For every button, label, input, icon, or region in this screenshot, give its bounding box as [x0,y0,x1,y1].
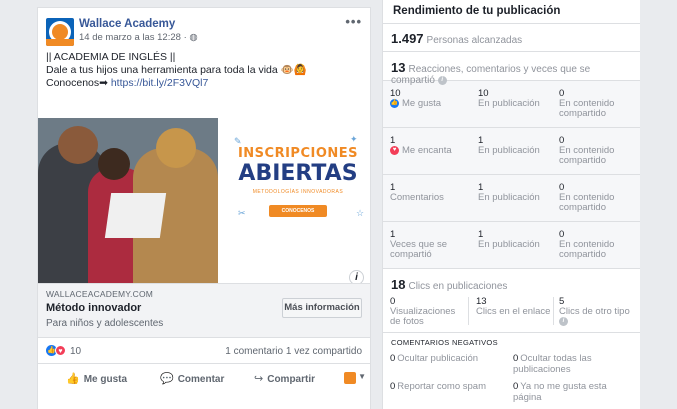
link-title: Método innovador [46,302,142,314]
post-line-3-prefix: Conocenos➡ [46,77,111,89]
post-date[interactable]: 14 de marzo a las 12:28 · ◍ [79,32,198,43]
page-avatar[interactable] [46,18,74,46]
reach-summary: 1.497 Personas alcanzadas [383,24,640,52]
reactions-summary: 13 Reacciones, comentarios y veces que se… [383,52,640,86]
post-line-2: Dale a tus hijos una herramienta para to… [46,64,307,76]
thumbs-up-icon: 👍 [66,373,80,385]
link-description: Para niños y adolescentes [46,318,164,329]
page-name[interactable]: Wallace Academy [79,18,175,30]
performance-panel: Rendimiento de tu publicación 1.497 Perso… [382,0,640,409]
clicks-breakdown: 0 Visualizaciones de fotos 13 Clics en el … [383,291,640,333]
negative-row-2: 0 Reportar como spam 0 Ya no me gusta esta… [383,377,640,405]
chevron-down-icon[interactable]: ▼ [358,372,366,381]
clicks-value: 18 [391,277,406,292]
more-info-button[interactable]: Más información [282,298,362,318]
reaction-count[interactable]: 10 [70,346,81,357]
love-icon: ♥ [390,146,399,155]
love-label: Me encanta [402,145,452,157]
love-reaction-icon: ♥ [55,345,66,356]
laptop [104,193,167,238]
comments-shares-count[interactable]: 1 comentario 1 vez compartido [225,346,362,357]
reactions-value: 13 [391,60,406,75]
sign-line-1: INSCRIPCIONES [237,146,359,161]
sign-line-2: ABIERTAS [238,161,358,186]
other-clicks-label: Clics de otro tipo [559,306,630,317]
on-post-label: En publicación [478,239,540,250]
lightbulb-icon: ✦ [350,134,358,144]
share-icon: ↪ [254,373,264,385]
comment-label: Comentar [177,374,225,385]
breakdown-row-comments: 1 Comentarios 1 En publicación 0 En conteni… [383,175,640,222]
negative-row-1: 0 Ocultar publicación 0 Ocultar todas las … [383,349,640,377]
hide-post-value: 0 [390,353,396,364]
photo-views-label: Visualizaciones de fotos [390,306,456,327]
on-shared-label: En contenido compartido [559,145,615,166]
clicks-summary: 18 Clics en publicaciones [383,269,640,292]
more-options-button[interactable]: ••• [345,14,362,29]
unlike-page-label: Ya no me gusta esta página [513,381,607,403]
link-domain: WALLACEACADEMY.COM [46,289,154,299]
post-date-text: 14 de marzo a las 12:28 · [79,32,190,43]
comment-icon: 💬 [160,373,174,385]
share-label: Compartir [267,374,316,385]
link-clicks-label: Clics en el enlace [476,306,551,317]
negative-feedback-title: COMENTARIOS NEGATIVOS [391,338,498,347]
reach-label: Personas alcanzadas [426,35,523,46]
post-text: || ACADEMIA DE INGLÉS || Dale a tus hijo… [38,48,370,118]
post-stats: 👍 ♥ 10 1 comentario 1 vez compartido [38,338,370,364]
post-image[interactable]: ✎ ✦ ✂ ☆ INSCRIPCIONES ABIERTAS METODOLOG… [38,118,370,283]
post-line-3: Conocenos➡ https://bit.ly/2F3VQl7 [46,77,362,90]
post-card: Wallace Academy 14 de marzo a las 12:28 … [37,7,371,409]
sign-line-3: METODOLOGÍAS INNOVADORAS [252,189,344,195]
post-actions: 👍 Me gusta 💬 Comentar ↪ Compartir ▼ [38,364,370,392]
share-button[interactable]: ↪ Compartir [254,372,315,385]
on-post-label: En publicación [478,98,540,109]
on-shared-label: En contenido compartido [559,98,615,119]
enrollment-sign: INSCRIPCIONES ABIERTAS METODOLOGÍAS INNO… [228,146,368,217]
hide-post-label: Ocultar publicación [397,353,479,364]
on-post-label: En publicación [478,192,540,203]
sign-cta: CONOCENOS [269,205,327,217]
post-link[interactable]: https://bit.ly/2F3VQl7 [111,77,208,89]
screen: Wallace Academy 14 de marzo a las 12:28 … [0,0,677,409]
report-spam-value: 0 [390,381,396,392]
unlike-page-value: 0 [513,381,519,392]
post-line-1: || ACADEMIA DE INGLÉS || [46,51,176,63]
divider [553,297,554,325]
panel-title: Rendimiento de tu publicación [383,0,640,24]
like-label: Me gusta [83,374,128,385]
reactions-breakdown: 10 👍 Me gusta 10 En publicación 0 En conteni… [383,81,640,269]
globe-icon: ◍ [189,32,198,43]
shares-label: Veces que se compartió [390,239,448,260]
likes-label: Me gusta [402,98,442,110]
on-shared-label: En contenido compartido [559,239,615,260]
page-avatar-selector[interactable] [344,372,356,384]
info-icon[interactable]: i [559,317,568,326]
on-post-label: En publicación [478,145,540,156]
post-header: Wallace Academy 14 de marzo a las 12:28 … [38,8,370,48]
like-button[interactable]: 👍 Me gusta [66,372,127,385]
students-photo [38,118,218,283]
breakdown-row-love: 1 ♥ Me encanta 1 En publicación 0 En conteni… [383,128,640,175]
report-spam-label: Reportar como spam [397,381,486,392]
like-icon: 👍 [390,99,399,108]
link-preview[interactable]: WALLACEACADEMY.COM Método innovador Para… [38,283,370,338]
hide-all-value: 0 [513,353,519,364]
reach-value: 1.497 [391,31,424,46]
breakdown-row-shares: 1 Veces que se compartió 1 En publicación … [383,222,640,269]
breakdown-row-likes: 10 👍 Me gusta 10 En publicación 0 En conteni… [383,81,640,128]
divider [468,297,469,325]
hide-all-label: Ocultar todas las publicaciones [513,353,592,375]
on-shared-label: En contenido compartido [559,192,615,213]
comment-button[interactable]: 💬 Comentar [160,372,224,385]
info-icon[interactable]: i [349,270,364,283]
comments-label: Comentarios [390,192,444,203]
